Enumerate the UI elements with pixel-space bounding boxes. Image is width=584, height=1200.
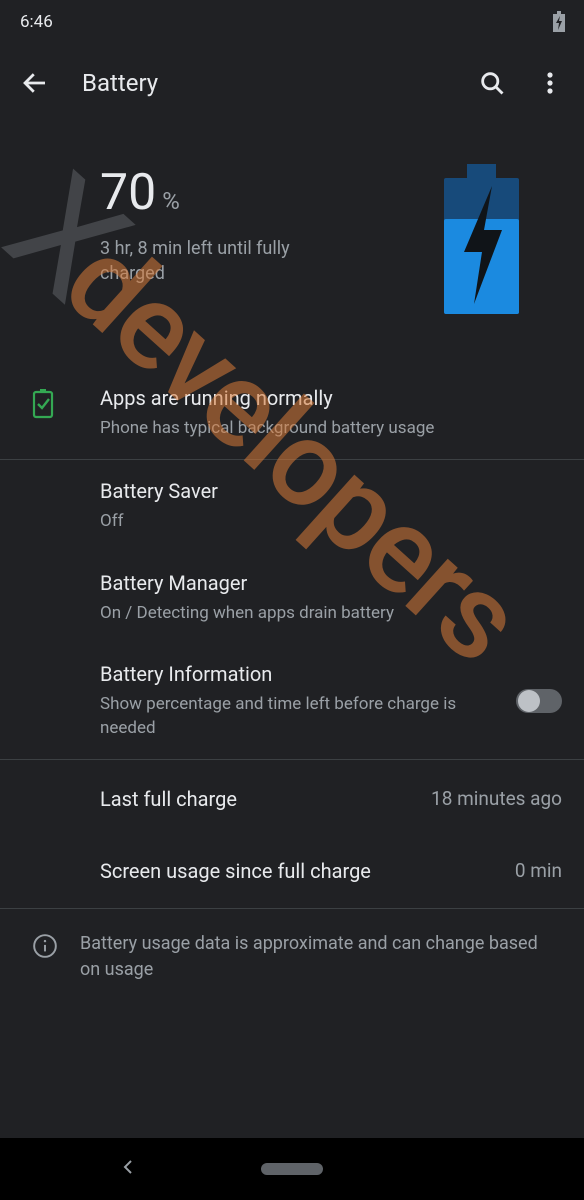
screen-usage-title: Screen usage since full charge <box>100 858 492 884</box>
last-full-charge-value: 18 minutes ago <box>431 787 562 810</box>
battery-illustration-icon <box>434 164 529 312</box>
apps-running-sub: Phone has typical background battery usa… <box>100 417 562 441</box>
battery-info-toggle[interactable] <box>516 689 562 713</box>
back-button[interactable] <box>20 68 68 98</box>
battery-percent: 70 <box>100 164 156 222</box>
status-battery-charging-icon <box>552 11 566 33</box>
last-full-charge-row[interactable]: Last full charge 18 minutes ago <box>0 760 584 834</box>
screen-usage-row[interactable]: Screen usage since full charge 0 min <box>0 834 584 908</box>
navigation-bar <box>0 1138 584 1200</box>
battery-summary: 70 % 3 hr, 8 min left until fully charge… <box>0 144 584 367</box>
battery-manager-title: Battery Manager <box>100 570 562 596</box>
charge-time-message: 3 hr, 8 min left until fully charged <box>100 236 350 286</box>
last-full-charge-title: Last full charge <box>100 786 419 812</box>
apps-running-row[interactable]: Apps are running normally Phone has typi… <box>0 367 584 459</box>
battery-info-row[interactable]: Battery Information Show percentage and … <box>0 643 584 759</box>
battery-saver-title: Battery Saver <box>100 478 562 504</box>
info-footer: Battery usage data is approximate and ca… <box>0 909 584 1005</box>
nav-home-pill[interactable] <box>261 1163 323 1175</box>
info-footer-text: Battery usage data is approximate and ca… <box>80 931 562 983</box>
battery-percent-unit: % <box>162 187 180 215</box>
battery-info-sub: Show percentage and time left before cha… <box>100 693 492 741</box>
battery-ok-icon <box>32 385 100 419</box>
search-button[interactable] <box>478 69 506 97</box>
battery-saver-sub: Off <box>100 510 562 534</box>
more-menu-button[interactable] <box>536 69 564 97</box>
screen-usage-value: 0 min <box>515 859 562 882</box>
battery-manager-row[interactable]: Battery Manager On / Detecting when apps… <box>0 552 584 644</box>
battery-manager-sub: On / Detecting when apps drain battery <box>100 602 562 626</box>
apps-running-title: Apps are running normally <box>100 385 562 411</box>
status-bar: 6:46 <box>0 0 584 44</box>
status-time: 6:46 <box>20 12 53 32</box>
info-icon <box>32 931 58 963</box>
battery-info-title: Battery Information <box>100 661 492 687</box>
page-title: Battery <box>68 69 478 97</box>
header: Battery <box>0 44 584 138</box>
nav-back-button[interactable] <box>120 1159 136 1179</box>
battery-saver-row[interactable]: Battery Saver Off <box>0 460 584 552</box>
